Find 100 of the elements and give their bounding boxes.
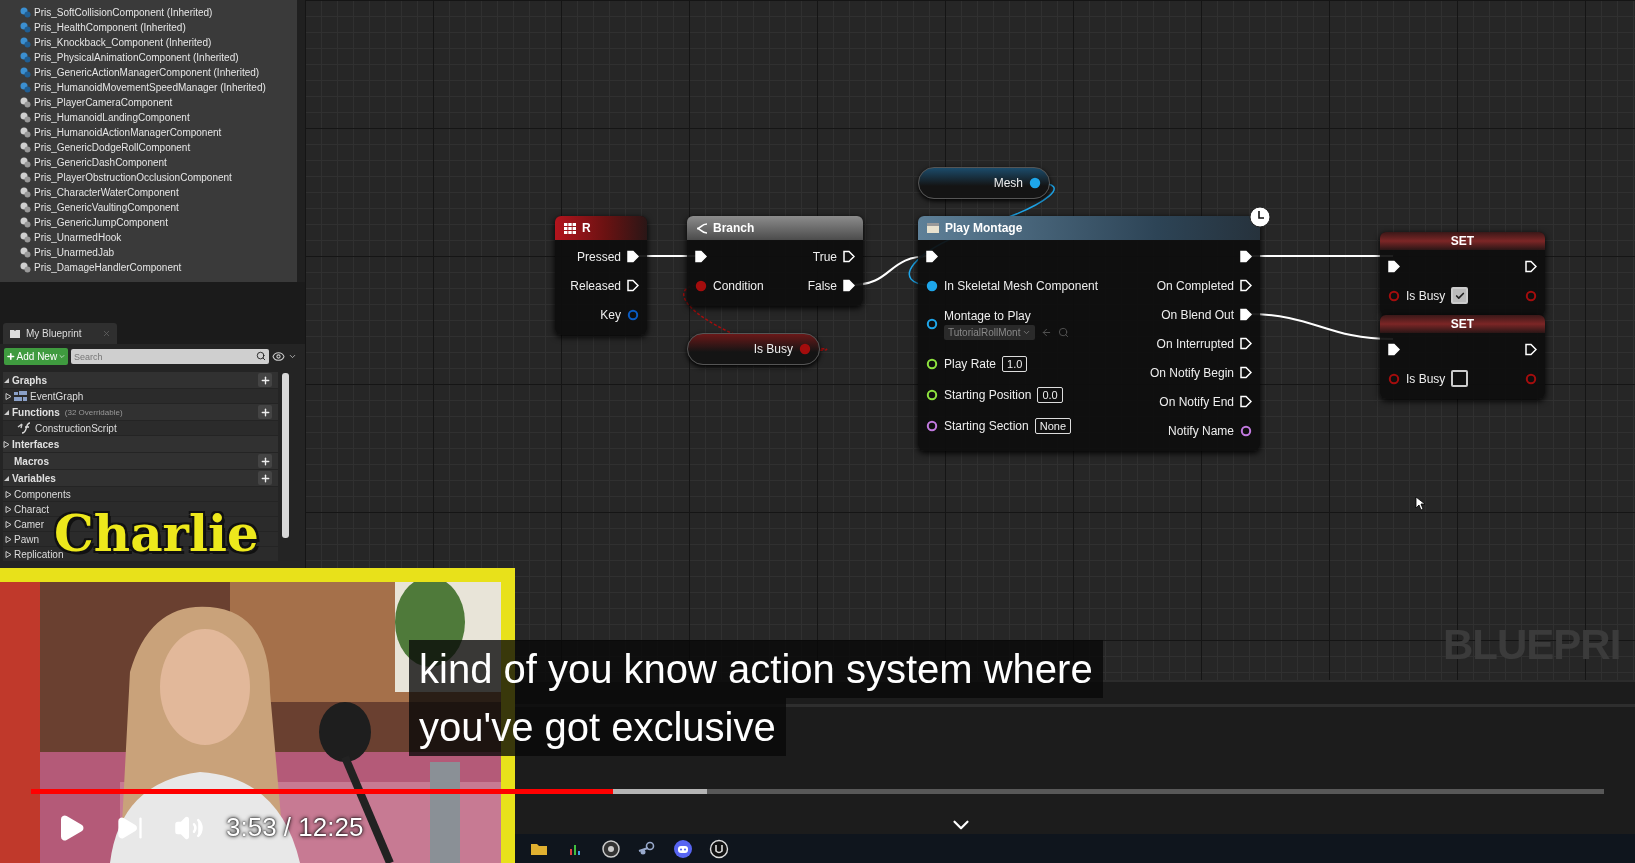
my-blueprint-tab[interactable]: My Blueprint [3, 323, 117, 344]
exec-pin[interactable] [1240, 395, 1252, 408]
asset-dropdown[interactable]: TutorialRollMont [944, 324, 1036, 340]
data-pin[interactable] [926, 279, 938, 292]
expand-triangle-icon[interactable] [3, 408, 10, 416]
exec-pin[interactable] [926, 250, 938, 263]
data-pin[interactable] [1240, 424, 1252, 437]
exec-pin[interactable] [1240, 366, 1252, 379]
pin-label: On Blend Out [1161, 307, 1234, 322]
component-item[interactable]: Pris_CharacterWaterComponent [34, 187, 179, 198]
book-icon [9, 328, 21, 339]
progress-track[interactable] [31, 789, 1604, 794]
search-field[interactable]: Search [71, 349, 269, 364]
exec-pin[interactable] [1240, 250, 1252, 263]
checkbox[interactable] [1451, 287, 1469, 304]
visibility-icon[interactable] [272, 350, 285, 363]
checkbox[interactable] [1451, 370, 1469, 387]
graph-node[interactable]: Branch Condition True False [687, 216, 863, 306]
scrollbar[interactable] [282, 373, 289, 538]
component-item[interactable]: Pris_HumanoidLandingComponent [34, 112, 190, 123]
exec-pin[interactable] [1240, 337, 1252, 350]
section-note: (32 Overridable) [64, 407, 124, 417]
node-title: R [582, 221, 591, 235]
component-item[interactable]: Pris_GenericVaultingComponent [34, 202, 179, 213]
section-header[interactable]: Graphs [3, 372, 278, 388]
tree-item[interactable]: Camer [14, 518, 44, 530]
expand-triangle-icon[interactable] [3, 474, 10, 482]
exec-pin[interactable] [1388, 343, 1400, 356]
component-item[interactable]: Pris_GenericJumpComponent [34, 217, 168, 228]
value-field[interactable]: None [1034, 417, 1071, 434]
branch-icon [695, 221, 708, 235]
expand-triangle-icon[interactable] [3, 376, 10, 384]
value-field[interactable]: 0.0 [1037, 386, 1063, 403]
component-item[interactable]: Pris_SoftCollisionComponent (Inherited) [34, 7, 213, 18]
caret-icon[interactable] [288, 352, 297, 361]
expand-triangle-icon[interactable] [5, 490, 12, 498]
graph-node[interactable]: SET Is Busy [1380, 232, 1545, 316]
component-item[interactable]: Pris_PhysicalAnimationComponent (Inherited) [34, 52, 239, 63]
graph-node[interactable] [918, 216, 1260, 451]
add-new-button[interactable]: Add New [4, 348, 68, 365]
tree-item[interactable]: Replication [14, 548, 64, 560]
exec-pin[interactable] [1388, 260, 1400, 273]
component-item[interactable]: Pris_UnarmedHook [34, 232, 122, 243]
component-item[interactable]: Pris_DamageHandlerComponent [34, 262, 182, 273]
add-button[interactable] [258, 405, 272, 419]
section-header[interactable]: Macros [3, 453, 278, 469]
exec-pin[interactable] [1525, 343, 1537, 356]
exec-pin[interactable] [1240, 279, 1252, 292]
add-button[interactable] [258, 454, 272, 468]
section-header[interactable]: Variables [3, 470, 278, 486]
pin-label: Starting Section [944, 418, 1029, 433]
expand-triangle-icon[interactable] [5, 535, 12, 543]
section-label: Graphs [12, 374, 47, 386]
exec-pin[interactable] [695, 250, 707, 263]
component-item[interactable]: Pris_UnarmedJab [34, 247, 115, 258]
expand-triangle-icon[interactable] [5, 520, 12, 528]
section-header[interactable]: Interfaces [3, 436, 278, 452]
exec-pin[interactable] [843, 250, 855, 263]
value-field[interactable]: 1.0 [1002, 355, 1028, 372]
circle-icon[interactable] [601, 838, 621, 859]
component-item[interactable]: Pris_HumanoidMovementSpeedManager (Inherited) [34, 82, 266, 93]
keyboard-icon [563, 221, 577, 235]
section-header[interactable]: Functions (32 Overridable) [3, 404, 278, 420]
section-label: Macros [14, 455, 49, 467]
pin-label: Is Busy [1406, 288, 1446, 303]
component-item[interactable]: Pris_GenericDodgeRollComponent [34, 142, 191, 153]
data-pin[interactable] [926, 419, 938, 432]
graph-node[interactable]: R Pressed Released Key [555, 216, 647, 335]
add-button[interactable] [258, 471, 272, 485]
exec-pin[interactable] [1240, 308, 1252, 321]
getter-node[interactable]: Is Busy [687, 333, 820, 365]
tab-label: My Blueprint [26, 328, 83, 339]
mouse-cursor-icon [1415, 496, 1425, 511]
getter-node[interactable]: Mesh [918, 167, 1050, 199]
component-item[interactable]: Pris_HealthComponent (Inherited) [34, 22, 186, 33]
component-item[interactable]: Pris_PlayerObstructionOcclusionComponent [34, 172, 232, 183]
data-pin[interactable] [1029, 177, 1041, 189]
component-item[interactable]: Pris_Knockback_Component (Inherited) [34, 37, 212, 48]
component-item[interactable]: Pris_HumanoidActionManagerComponent [34, 127, 222, 138]
component-item[interactable]: Pris_PlayerCameraComponent [34, 97, 173, 108]
exec-pin[interactable] [1525, 260, 1537, 273]
graph-node[interactable]: SET Is Busy [1380, 315, 1545, 399]
tree-item[interactable]: EventGraph [30, 390, 84, 402]
node-title: SET [1450, 234, 1475, 248]
tree-item[interactable]: Charact [14, 503, 49, 515]
component-item[interactable]: Pris_GenericDashComponent [34, 157, 167, 168]
pin-label: Montage to Play [944, 308, 1032, 323]
component-item[interactable]: Pris_GenericActionManagerComponent (Inherited) [34, 67, 260, 78]
data-pin[interactable] [926, 318, 938, 330]
tree-item[interactable]: Pawn [14, 533, 39, 545]
expand-triangle-icon[interactable] [5, 392, 12, 400]
expand-triangle-icon[interactable] [3, 440, 10, 448]
tree-item[interactable]: Components [14, 488, 71, 500]
expand-triangle-icon[interactable] [5, 550, 12, 558]
node-title: Play Montage [945, 221, 1023, 235]
add-button[interactable] [258, 373, 272, 387]
exec-pin[interactable] [627, 250, 639, 263]
expand-triangle-icon[interactable] [5, 505, 12, 513]
exec-pin[interactable] [627, 279, 639, 292]
exec-pin[interactable] [843, 279, 855, 292]
